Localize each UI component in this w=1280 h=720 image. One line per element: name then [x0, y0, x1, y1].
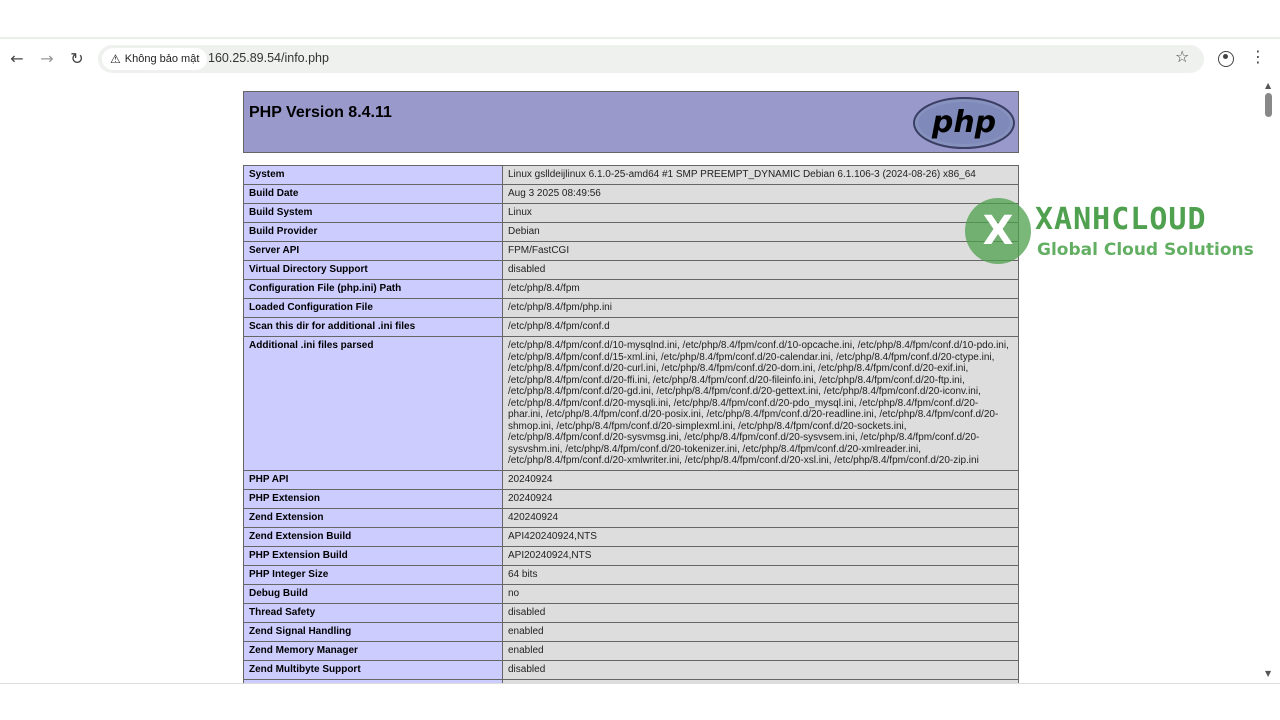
row-label: Build Date	[243, 184, 503, 204]
row-value: /etc/php/8.4/fpm/conf.d/10-mysqlnd.ini, …	[502, 336, 1019, 471]
row-label: PHP Extension	[243, 488, 503, 509]
window-top-strip	[0, 0, 1280, 37]
table-row: Zend Multibyte Support disabled	[243, 659, 1019, 680]
table-row: Build System Linux	[243, 203, 1019, 223]
table-row: Zend Extension 420240924	[243, 507, 1019, 528]
row-label: Loaded Configuration File	[243, 298, 503, 318]
row-value: Debian	[502, 222, 1019, 242]
watermark-tagline: Global Cloud Solutions	[1037, 240, 1254, 260]
row-value: disabled	[502, 659, 1019, 680]
table-row: Debug Build no	[243, 583, 1019, 604]
row-label: Thread Safety	[243, 602, 503, 623]
row-value: disabled	[502, 602, 1019, 623]
row-label: Server API	[243, 241, 503, 261]
table-row: PHP Integer Size 64 bits	[243, 564, 1019, 585]
row-label: Build Provider	[243, 222, 503, 242]
page-viewport: PHP Version 8.4.11 php System Linux gslld…	[0, 79, 1262, 683]
xanhcloud-watermark: X XANHCLOUD Global Cloud Solutions	[965, 198, 1265, 268]
row-label: Additional .ini files parsed	[243, 336, 503, 471]
row-label: Scan this dir for additional .ini files	[243, 317, 503, 337]
scroll-up-arrow-icon[interactable]: ▲	[1265, 81, 1271, 90]
row-value: /etc/php/8.4/fpm/conf.d	[502, 317, 1019, 337]
row-value: /etc/php/8.4/fpm	[502, 279, 1019, 299]
row-label: Zend Extension	[243, 507, 503, 528]
window-bottom-area	[0, 683, 1280, 720]
table-row: Zend Signal Handling enabled	[243, 621, 1019, 642]
watermark-letter: X	[982, 208, 1014, 254]
forward-arrow-icon[interactable]: →	[36, 47, 58, 69]
browser-toolbar: ← → ↻ ⚠ Không bảo mật 160.25.89.54/info.…	[0, 37, 1280, 79]
row-label: Zend Memory Manager	[243, 640, 503, 661]
table-row: PHP Extension Build API20240924,NTS	[243, 545, 1019, 566]
row-value: FPM/FastCGI	[502, 241, 1019, 261]
table-row: Zend Extension Build API420240924,NTS	[243, 526, 1019, 547]
row-value: enabled	[502, 621, 1019, 642]
watermark-brand: XANHCLOUD	[1035, 202, 1207, 237]
xanhcloud-logo-icon: X	[965, 198, 1031, 264]
row-label: Zend Multibyte Support	[243, 659, 503, 680]
row-label: Virtual Directory Support	[243, 260, 503, 280]
menu-kebab-icon[interactable]: ⋮	[1250, 47, 1266, 66]
table-row: Server API FPM/FastCGI	[243, 241, 1019, 261]
reload-icon[interactable]: ↻	[66, 47, 88, 69]
table-row: Virtual Directory Support disabled	[243, 260, 1019, 280]
php-header: PHP Version 8.4.11 php	[243, 91, 1019, 153]
php-info-table: System Linux gslldeijlinux 6.1.0-25-amd64…	[243, 165, 1019, 683]
url-text[interactable]: 160.25.89.54/info.php	[208, 51, 329, 65]
row-value: Aug 3 2025 08:49:56	[502, 184, 1019, 204]
security-chip[interactable]: ⚠ Không bảo mật	[102, 48, 208, 70]
table-row: Zend Memory Manager enabled	[243, 640, 1019, 661]
row-label: PHP Extension Build	[243, 545, 503, 566]
row-label: System	[243, 165, 503, 185]
table-row: Scan this dir for additional .ini files /…	[243, 317, 1019, 337]
table-row: Additional .ini files parsed/etc/php/8.4…	[243, 336, 1019, 471]
row-label: Configuration File (php.ini) Path	[243, 279, 503, 299]
table-row: Thread Safety disabled	[243, 602, 1019, 623]
bookmark-star-icon[interactable]: ☆	[1175, 47, 1189, 66]
table-row: PHP API 20240924	[243, 469, 1019, 490]
php-logo-text: php	[931, 105, 996, 140]
row-value: Linux	[502, 203, 1019, 223]
row-value: API20240924,NTS	[502, 545, 1019, 566]
row-value: disabled	[502, 260, 1019, 280]
table-row: Build Provider Debian	[243, 222, 1019, 242]
table-row: PHP Extension 20240924	[243, 488, 1019, 509]
row-label: Debug Build	[243, 583, 503, 604]
row-value: Linux gslldeijlinux 6.1.0-25-amd64 #1 SM…	[502, 165, 1019, 185]
row-label: PHP API	[243, 469, 503, 490]
row-label: Build System	[243, 203, 503, 223]
row-label: Zend Extension Build	[243, 526, 503, 547]
table-row: Loaded Configuration File/etc/php/8.4/fp…	[243, 298, 1019, 318]
row-value: API420240924,NTS	[502, 526, 1019, 547]
scrollbar-thumb[interactable]	[1265, 93, 1272, 117]
back-arrow-icon[interactable]: ←	[6, 47, 28, 69]
scroll-down-arrow-icon[interactable]: ▼	[1265, 669, 1271, 678]
row-value: no	[502, 583, 1019, 604]
row-value: 64 bits	[502, 564, 1019, 585]
vertical-scrollbar[interactable]: ▲ ▼	[1262, 79, 1276, 683]
row-label: Zend Signal Handling	[243, 621, 503, 642]
address-bar[interactable]: ⚠ Không bảo mật 160.25.89.54/info.php	[98, 45, 1204, 73]
table-row: Configuration File (php.ini) Path/etc/ph…	[243, 279, 1019, 299]
row-value: 20240924	[502, 488, 1019, 509]
row-value: 20240924	[502, 469, 1019, 490]
warning-icon: ⚠	[110, 52, 121, 66]
row-value: 420240924	[502, 507, 1019, 528]
page-title: PHP Version 8.4.11	[249, 104, 392, 121]
php-logo-icon: php	[913, 97, 1015, 149]
row-value: enabled	[502, 640, 1019, 661]
row-value: /etc/php/8.4/fpm/php.ini	[502, 298, 1019, 318]
table-row: System Linux gslldeijlinux 6.1.0-25-amd64…	[243, 165, 1019, 185]
table-row: Build Date Aug 3 2025 08:49:56	[243, 184, 1019, 204]
security-label: Không bảo mật	[124, 53, 200, 65]
row-label: PHP Integer Size	[243, 564, 503, 585]
profile-icon[interactable]	[1218, 51, 1234, 67]
